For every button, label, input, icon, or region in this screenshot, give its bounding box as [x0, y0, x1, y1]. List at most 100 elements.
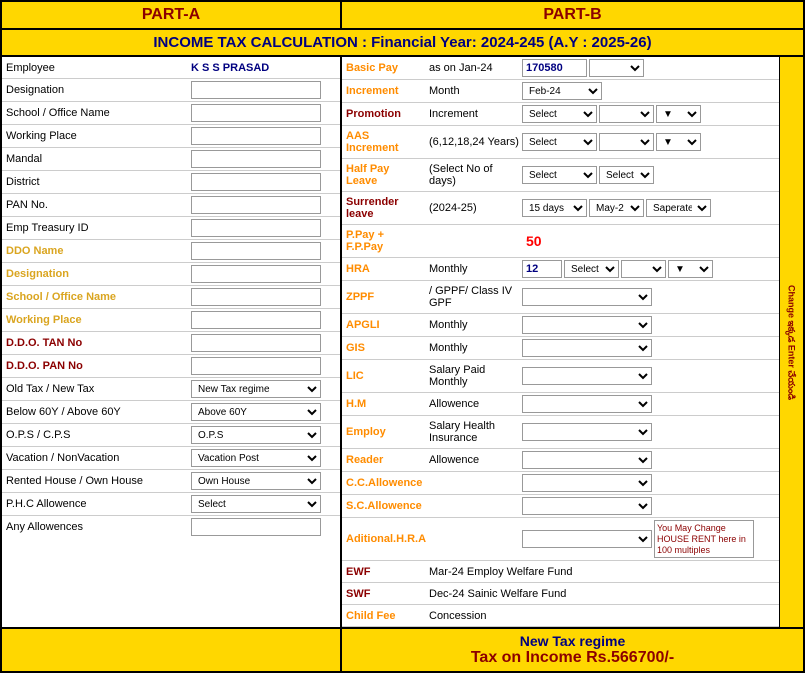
any-allowances-label: Any Allowences: [2, 519, 187, 535]
sc-dropdown[interactable]: [522, 497, 652, 515]
reader-dropdown[interactable]: [522, 451, 652, 469]
cc-label: C.C.Allowence: [342, 475, 522, 491]
age-group-dropdown[interactable]: Above 60Y Below 60Y: [191, 403, 321, 421]
working-place-label: Working Place: [2, 128, 187, 144]
surrender-type-dropdown[interactable]: Saperate: [646, 199, 711, 217]
surrender-days-dropdown[interactable]: 15 days 30 days: [522, 199, 587, 217]
basic-pay-input[interactable]: [522, 59, 587, 77]
half-pay-sublabel: (Select No of days): [427, 161, 522, 189]
hra-sublabel: Monthly: [427, 261, 522, 277]
pan-input[interactable]: [191, 196, 321, 214]
employee-label: Employee: [2, 60, 187, 76]
half-pay-dropdown1[interactable]: Select: [522, 166, 597, 184]
ddo-tan-input[interactable]: [191, 334, 321, 352]
promotion-sublabel: Increment: [427, 106, 522, 122]
house-rent-note: You May Change HOUSE RENT here in 100 mu…: [654, 520, 754, 558]
ewf-sublabel: Mar-24 Employ Welfare Fund: [427, 564, 574, 580]
aas-dropdown3[interactable]: ▼: [656, 133, 701, 151]
hra-dropdown3[interactable]: ▼: [668, 260, 713, 278]
vacation-dropdown[interactable]: Vacation Post Non Vacation Post: [191, 449, 321, 467]
any-allowances-input[interactable]: [191, 518, 321, 536]
part-b-section: Basic Pay as on Jan-24 Increment Month: [342, 57, 803, 627]
school-office-label: School / Office Name: [2, 105, 187, 121]
ddo-pan-input[interactable]: [191, 357, 321, 375]
mandal-label: Mandal: [2, 151, 187, 167]
hra-dropdown2[interactable]: [621, 260, 666, 278]
ddo-name-input[interactable]: [191, 242, 321, 260]
hra-dropdown1[interactable]: Select: [564, 260, 619, 278]
cc-dropdown[interactable]: [522, 474, 652, 492]
hm-dropdown[interactable]: [522, 395, 652, 413]
side-enter-panel[interactable]: Change ఇక్కడ Enter చేయండి: [779, 57, 803, 627]
aas-dropdown2[interactable]: [599, 133, 654, 151]
aas-label: AAS Increment: [342, 128, 427, 156]
child-fee-sublabel: Concession: [427, 608, 488, 624]
lic-dropdown[interactable]: [522, 367, 652, 385]
surrender-sublabel: (2024-25): [427, 200, 522, 216]
vacation-label: Vacation / NonVacation: [2, 450, 187, 466]
phc-label: P.H.C Allowence: [2, 496, 187, 512]
swf-sublabel: Dec-24 Sainic Welfare Fund: [427, 586, 568, 602]
working-place-input[interactable]: [191, 127, 321, 145]
surrender-month-dropdown[interactable]: May-2: [589, 199, 644, 217]
ddo-school-label: School / Office Name: [2, 289, 187, 305]
basic-pay-label: Basic Pay: [342, 60, 427, 76]
ppay-value: 50: [522, 233, 542, 249]
lic-sublabel: Salary Paid Monthly: [427, 362, 522, 390]
treasury-id-label: Emp Treasury ID: [2, 220, 187, 236]
ahra-label: Aditional.H.R.A: [342, 531, 522, 547]
increment-month-dropdown[interactable]: Feb-24 Mar-24: [522, 82, 602, 100]
aas-sublabel: (6,12,18,24 Years): [427, 134, 522, 150]
footer-right: New Tax regime Tax on Income Rs.566700/-: [342, 629, 803, 671]
sc-label: S.C.Allowence: [342, 498, 522, 514]
promotion-label: Promotion: [342, 106, 427, 122]
phc-dropdown[interactable]: Select PHC: [191, 495, 321, 513]
part-b-header: PART-B: [342, 2, 803, 28]
part-a-section: Employee K S S PRASAD Designation School…: [2, 57, 342, 627]
treasury-id-input[interactable]: [191, 219, 321, 237]
ahra-dropdown[interactable]: [522, 530, 652, 548]
promotion-dropdown3[interactable]: ▼: [656, 105, 701, 123]
basic-pay-sublabel: as on Jan-24: [427, 60, 522, 76]
hm-label: H.M: [342, 396, 427, 412]
increment-label: Increment: [342, 83, 427, 99]
tax-amount-label: Tax on Income Rs.566700/-: [342, 649, 803, 667]
house-type-label: Rented House / Own House: [2, 473, 187, 489]
apgli-sublabel: Monthly: [427, 317, 522, 333]
designation-input[interactable]: [191, 81, 321, 99]
mandal-input[interactable]: [191, 150, 321, 168]
employ-label: Employ: [342, 424, 427, 440]
ddo-designation-input[interactable]: [191, 265, 321, 283]
reader-label: Reader: [342, 452, 427, 468]
ddo-pan-label: D.D.O. PAN No: [2, 358, 187, 374]
lic-label: LIC: [342, 368, 427, 384]
surrender-label: Surrender leave: [342, 194, 427, 222]
half-pay-label: Half Pay Leave: [342, 161, 427, 189]
apgli-dropdown[interactable]: [522, 316, 652, 334]
age-group-label: Below 60Y / Above 60Y: [2, 404, 187, 420]
house-type-dropdown[interactable]: Own House Rented House: [191, 472, 321, 490]
ppay-label: P.Pay + F.P.Pay: [342, 227, 427, 255]
ops-cps-dropdown[interactable]: O.P.S C.P.S: [191, 426, 321, 444]
district-input[interactable]: [191, 173, 321, 191]
promotion-dropdown1[interactable]: Select: [522, 105, 597, 123]
aas-dropdown1[interactable]: Select: [522, 133, 597, 151]
old-new-tax-dropdown[interactable]: New Tax regime Old Tax regime: [191, 380, 321, 398]
ddo-school-input[interactable]: [191, 288, 321, 306]
increment-sublabel: Month: [427, 83, 522, 99]
hra-input[interactable]: [522, 260, 562, 278]
gis-label: GIS: [342, 340, 427, 356]
zppf-dropdown[interactable]: [522, 288, 652, 306]
school-office-input[interactable]: [191, 104, 321, 122]
tax-regime-label: New Tax regime: [342, 633, 803, 649]
promotion-dropdown2[interactable]: [599, 105, 654, 123]
ddo-designation-label: Designation: [2, 266, 187, 282]
employ-dropdown[interactable]: [522, 423, 652, 441]
basic-pay-dropdown[interactable]: [589, 59, 644, 77]
gis-sublabel: Monthly: [427, 340, 522, 356]
apgli-label: APGLI: [342, 317, 427, 333]
gis-dropdown[interactable]: [522, 339, 652, 357]
designation-label: Designation: [2, 82, 187, 98]
half-pay-dropdown2[interactable]: Select: [599, 166, 654, 184]
ddo-working-input[interactable]: [191, 311, 321, 329]
